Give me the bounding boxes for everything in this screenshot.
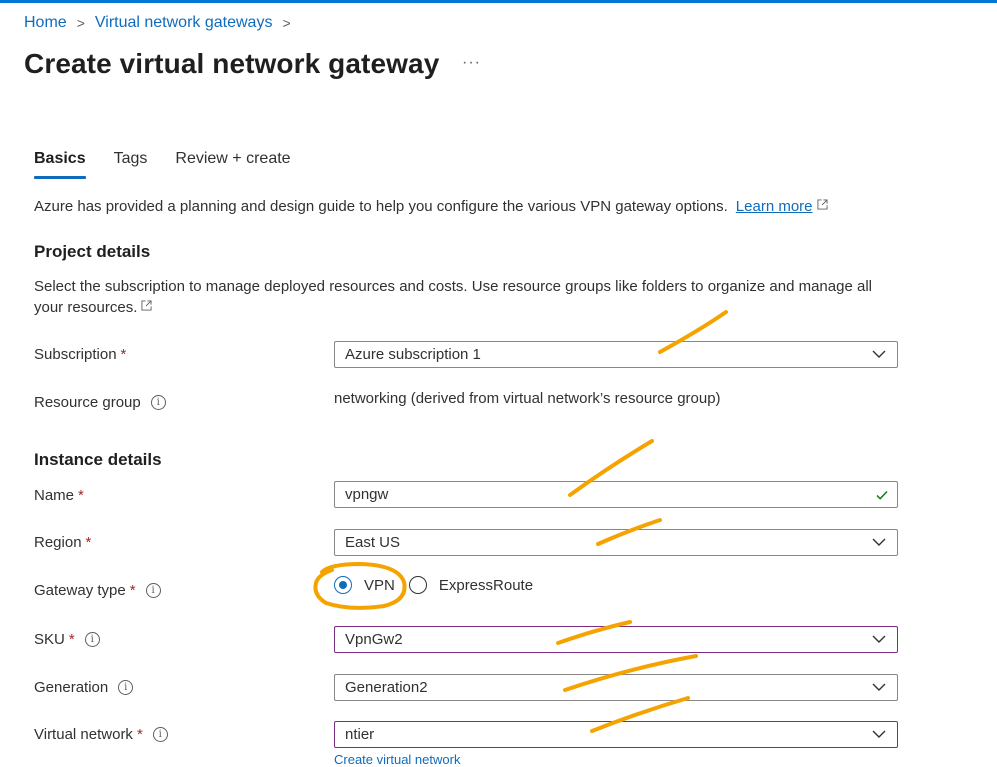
chevron-right-icon: > bbox=[282, 15, 291, 31]
chevron-down-icon bbox=[872, 730, 886, 738]
info-icon[interactable]: i bbox=[152, 727, 168, 742]
breadcrumb-home-link[interactable]: Home bbox=[24, 14, 67, 32]
generation-dropdown[interactable]: Generation2 bbox=[334, 674, 898, 701]
required-asterisk: * bbox=[129, 582, 136, 599]
intro-description: Azure has provided a planning and design… bbox=[34, 198, 728, 215]
name-input-value: vpngw bbox=[345, 486, 389, 503]
tab-basics[interactable]: Basics bbox=[34, 150, 86, 179]
breadcrumb: Home > Virtual network gateways > bbox=[24, 14, 301, 32]
virtual-network-dropdown[interactable]: ntier bbox=[334, 721, 898, 748]
tab-bar: Basics Tags Review + create bbox=[34, 150, 319, 179]
gateway-type-vpn-label[interactable]: VPN bbox=[364, 577, 395, 594]
sku-label-text: SKU bbox=[34, 631, 65, 648]
chevron-down-icon bbox=[872, 635, 886, 643]
name-label: Name * bbox=[34, 487, 84, 504]
chevron-down-icon bbox=[872, 683, 886, 691]
name-label-text: Name bbox=[34, 487, 75, 504]
sku-label: SKU * i bbox=[34, 631, 100, 648]
project-details-description: Select the subscription to manage deploy… bbox=[34, 276, 904, 318]
gateway-type-label-text: Gateway type bbox=[34, 582, 126, 599]
instance-details-heading: Instance details bbox=[34, 450, 162, 469]
project-description-text: Select the subscription to manage deploy… bbox=[34, 278, 872, 316]
region-value: East US bbox=[345, 534, 401, 551]
info-icon[interactable]: i bbox=[118, 680, 134, 695]
sku-dropdown[interactable]: VpnGw2 bbox=[334, 626, 898, 653]
resource-group-label: Resource group i bbox=[34, 394, 166, 411]
gateway-type-expressroute-label[interactable]: ExpressRoute bbox=[439, 577, 533, 594]
subscription-label-text: Subscription bbox=[34, 346, 117, 363]
subscription-dropdown[interactable]: Azure subscription 1 bbox=[334, 341, 898, 368]
required-asterisk: * bbox=[120, 346, 127, 363]
breadcrumb-virtual-network-gateways-link[interactable]: Virtual network gateways bbox=[95, 14, 273, 32]
required-asterisk: * bbox=[68, 631, 75, 648]
top-accent-bar bbox=[0, 0, 997, 3]
region-label-text: Region bbox=[34, 534, 82, 551]
external-link-icon[interactable] bbox=[141, 300, 152, 311]
chevron-down-icon bbox=[872, 538, 886, 546]
subscription-value: Azure subscription 1 bbox=[345, 346, 481, 363]
info-icon[interactable]: i bbox=[150, 395, 166, 410]
info-icon[interactable]: i bbox=[145, 583, 161, 598]
required-asterisk: * bbox=[85, 534, 92, 551]
required-asterisk: * bbox=[136, 726, 143, 743]
intro-text: Azure has provided a planning and design… bbox=[34, 198, 828, 215]
gateway-type-vpn-radio[interactable] bbox=[334, 576, 352, 594]
chevron-right-icon: > bbox=[76, 15, 85, 31]
checkmark-icon bbox=[876, 490, 888, 500]
region-dropdown[interactable]: East US bbox=[334, 529, 898, 556]
sku-value: VpnGw2 bbox=[345, 631, 403, 648]
external-link-icon bbox=[816, 199, 828, 210]
chevron-down-icon bbox=[872, 350, 886, 358]
virtual-network-label: Virtual network * i bbox=[34, 726, 168, 743]
generation-value: Generation2 bbox=[345, 679, 428, 696]
more-options-button[interactable]: ··· bbox=[462, 54, 481, 72]
required-asterisk: * bbox=[78, 487, 84, 504]
resource-group-value: networking (derived from virtual network… bbox=[334, 390, 721, 407]
subscription-label: Subscription * bbox=[34, 346, 126, 363]
gateway-type-label: Gateway type * i bbox=[34, 582, 161, 599]
generation-label: Generation i bbox=[34, 679, 134, 696]
generation-label-text: Generation bbox=[34, 679, 109, 696]
tab-review-create[interactable]: Review + create bbox=[175, 150, 290, 178]
project-details-heading: Project details bbox=[34, 242, 151, 261]
virtual-network-value: ntier bbox=[345, 726, 375, 743]
tab-tags[interactable]: Tags bbox=[114, 150, 148, 178]
gateway-type-radio-group: VPN ExpressRoute bbox=[334, 576, 543, 594]
page-title: Create virtual network gateway bbox=[24, 48, 440, 79]
info-icon[interactable]: i bbox=[84, 632, 100, 647]
radio-selected-dot bbox=[339, 581, 347, 589]
gateway-type-expressroute-radio[interactable] bbox=[408, 576, 427, 594]
name-input[interactable]: vpngw bbox=[334, 481, 898, 508]
learn-more-link[interactable]: Learn more bbox=[736, 198, 813, 215]
resource-group-label-text: Resource group bbox=[34, 394, 141, 411]
region-label: Region * bbox=[34, 534, 91, 551]
virtual-network-label-text: Virtual network bbox=[34, 726, 133, 743]
